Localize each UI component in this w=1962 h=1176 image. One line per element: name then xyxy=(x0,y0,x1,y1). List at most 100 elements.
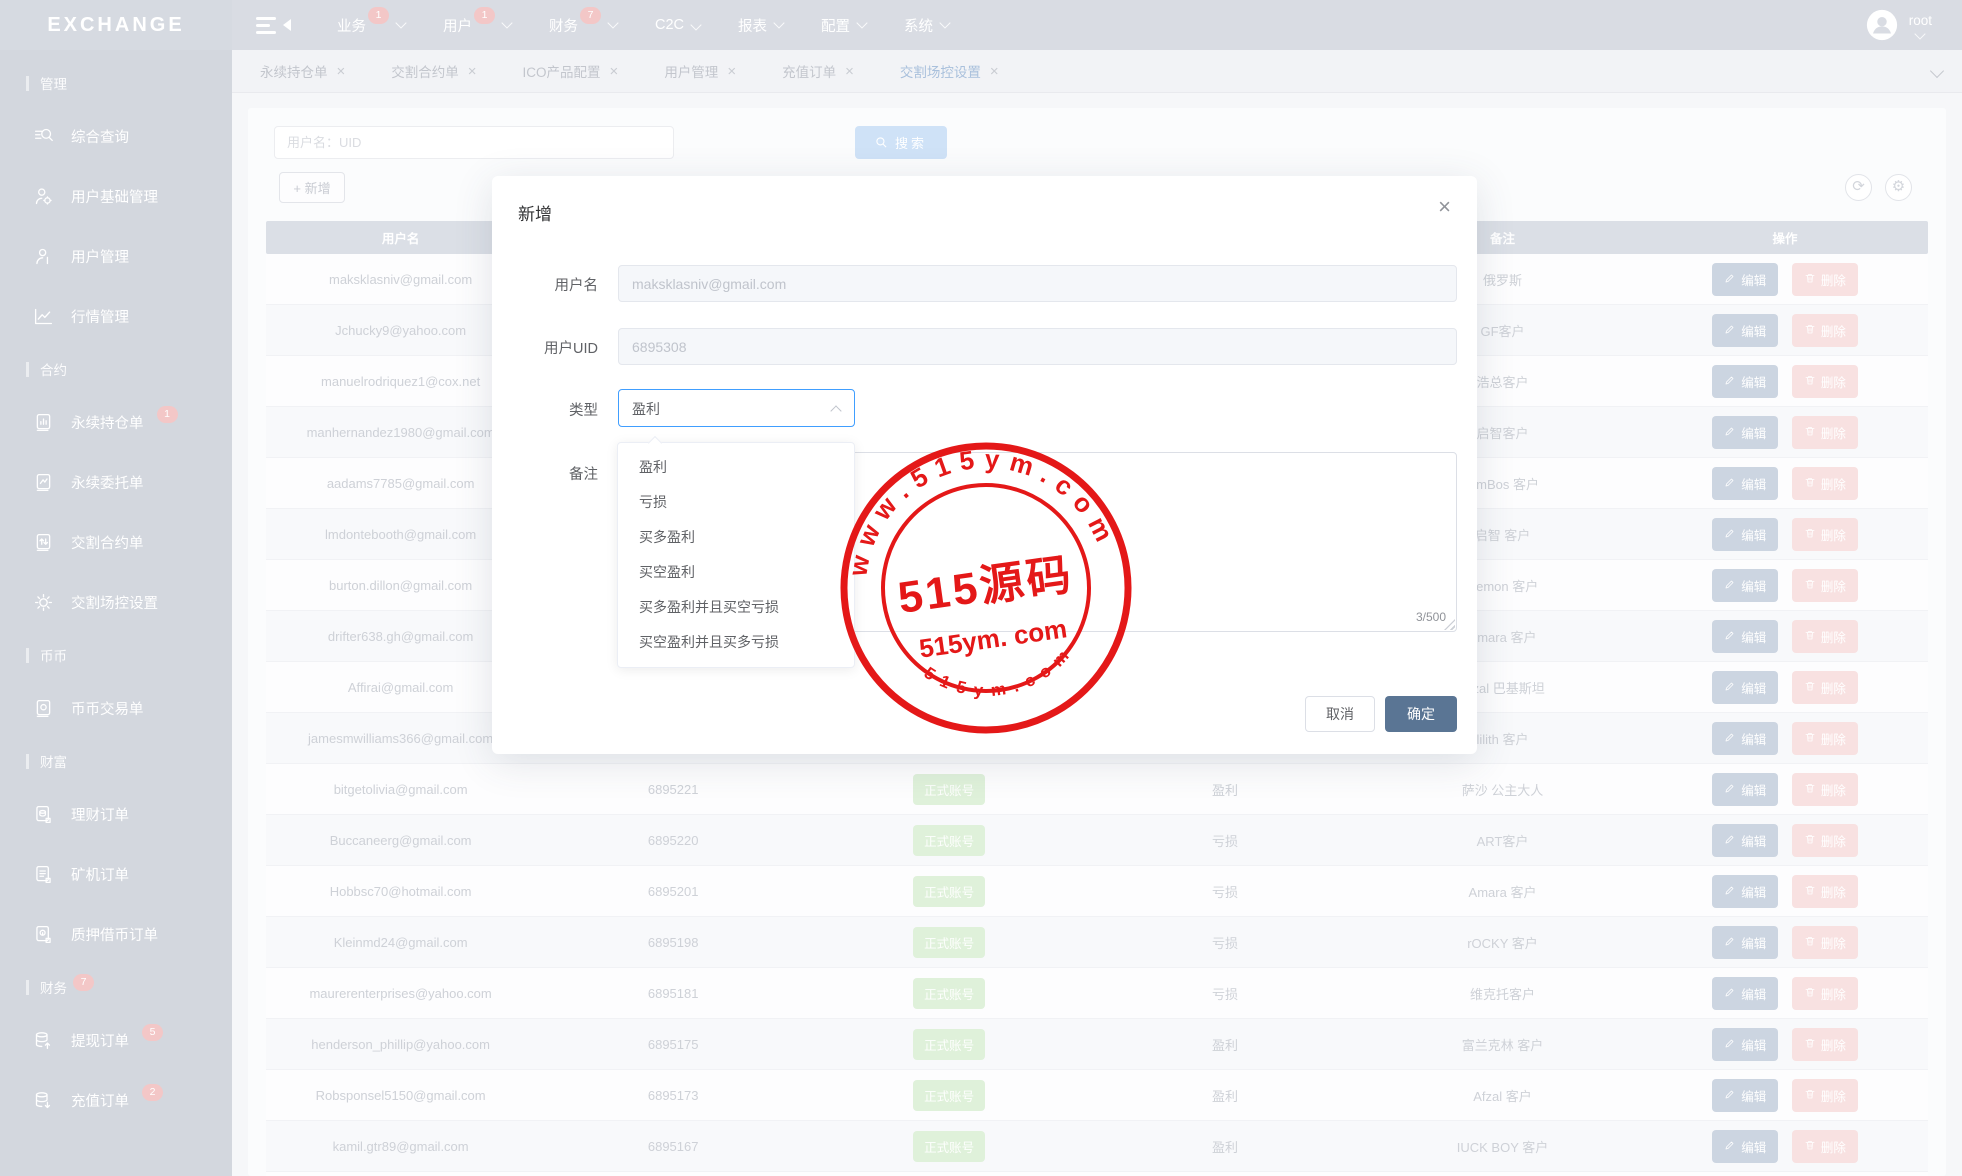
delete-button[interactable]: 删除 xyxy=(1792,620,1858,653)
close-icon[interactable]: × xyxy=(468,64,477,79)
type-option-0[interactable]: 盈利 xyxy=(618,450,854,485)
delete-button[interactable]: 删除 xyxy=(1792,773,1858,806)
type-option-4[interactable]: 买多盈利并且买空亏损 xyxy=(618,590,854,625)
cell-remark: 维克托客户 xyxy=(1363,984,1642,1003)
sidebar-item-3-0[interactable]: 理财订单 xyxy=(0,784,232,844)
delete-button[interactable]: 删除 xyxy=(1792,365,1858,398)
nav-item-4[interactable]: 报表 xyxy=(738,15,783,36)
edit-button[interactable]: 编辑 xyxy=(1712,467,1778,500)
sidebar-item-label: 交割场控设置 xyxy=(71,592,158,613)
edit-button[interactable]: 编辑 xyxy=(1712,518,1778,551)
edit-button[interactable]: 编辑 xyxy=(1712,620,1778,653)
sidebar-item-3-2[interactable]: 质押借币订单 xyxy=(0,904,232,964)
delete-button[interactable]: 删除 xyxy=(1792,263,1858,296)
edit-button[interactable]: 编辑 xyxy=(1712,569,1778,602)
edit-button[interactable]: 编辑 xyxy=(1712,314,1778,347)
nav-item-2[interactable]: 财务7 xyxy=(549,15,617,36)
close-icon[interactable]: × xyxy=(610,64,619,79)
type-option-2[interactable]: 买多盈利 xyxy=(618,520,854,555)
delete-button[interactable]: 删除 xyxy=(1792,314,1858,347)
delete-button[interactable]: 删除 xyxy=(1792,467,1858,500)
add-dialog: 新增 × 用户名 maksklasniv@gmail.com 用户UID 689… xyxy=(492,176,1477,754)
search-input[interactable] xyxy=(274,126,674,159)
user-menu[interactable]: root xyxy=(1865,0,1932,50)
count-badge: 7 xyxy=(73,974,94,991)
delete-button[interactable]: 删除 xyxy=(1792,569,1858,602)
close-icon[interactable]: × xyxy=(337,64,346,79)
edit-button[interactable]: 编辑 xyxy=(1712,977,1778,1010)
nav-item-0[interactable]: 业务1 xyxy=(337,15,405,36)
nav-item-label: 系统 xyxy=(904,15,933,36)
trash-icon xyxy=(1804,935,1816,950)
cancel-button[interactable]: 取消 xyxy=(1305,696,1375,732)
close-icon[interactable]: × xyxy=(1438,196,1451,218)
sidebar-item-label: 币币交易单 xyxy=(71,698,144,719)
sidebar-item-2-0[interactable]: 币币交易单 xyxy=(0,678,232,738)
sidebar-item-1-0[interactable]: 永续持仓单1 xyxy=(0,392,232,452)
confirm-button[interactable]: 确定 xyxy=(1385,696,1457,732)
nav-item-3[interactable]: C2C xyxy=(655,17,700,33)
delete-button[interactable]: 删除 xyxy=(1792,1079,1858,1112)
nav-item-5[interactable]: 配置 xyxy=(821,15,866,36)
username-field[interactable]: maksklasniv@gmail.com xyxy=(618,265,1457,302)
close-icon[interactable]: × xyxy=(727,64,736,79)
sidebar-item-0-2[interactable]: 用户管理 xyxy=(0,226,232,286)
tab-item-0[interactable]: 永续持仓单 × xyxy=(260,61,345,81)
delete-button[interactable]: 删除 xyxy=(1792,416,1858,449)
type-option-3[interactable]: 买空盈利 xyxy=(618,555,854,590)
edit-button[interactable]: 编辑 xyxy=(1712,1028,1778,1061)
refresh-icon[interactable]: ⟳ xyxy=(1845,174,1872,201)
edit-button[interactable]: 编辑 xyxy=(1712,824,1778,857)
edit-button[interactable]: 编辑 xyxy=(1712,875,1778,908)
edit-button[interactable]: 编辑 xyxy=(1712,671,1778,704)
edit-button[interactable]: 编辑 xyxy=(1712,722,1778,755)
sidebar-item-4-0[interactable]: 提现订单5 xyxy=(0,1010,232,1070)
tab-item-3[interactable]: 用户管理 × xyxy=(664,61,736,81)
delete-button[interactable]: 删除 xyxy=(1792,1028,1858,1061)
edit-button[interactable]: 编辑 xyxy=(1712,263,1778,296)
delete-button[interactable]: 删除 xyxy=(1792,875,1858,908)
nav-item-label: C2C xyxy=(655,17,684,33)
delete-button[interactable]: 删除 xyxy=(1792,926,1858,959)
sidebar-item-0-0[interactable]: 综合查询 xyxy=(0,106,232,166)
tab-list-chevron-icon[interactable] xyxy=(1930,64,1944,78)
type-select[interactable]: 盈利 xyxy=(618,389,855,427)
delete-button[interactable]: 删除 xyxy=(1792,518,1858,551)
edit-button[interactable]: 编辑 xyxy=(1712,773,1778,806)
uid-field[interactable]: 6895308 xyxy=(618,328,1457,365)
sidebar-item-1-2[interactable]: 交割合约单 xyxy=(0,512,232,572)
delete-button[interactable]: 删除 xyxy=(1792,1130,1858,1163)
tab-item-2[interactable]: ICO产品配置 × xyxy=(523,61,619,81)
tab-item-5[interactable]: 交割场控设置 × xyxy=(900,61,999,81)
search-button[interactable]: 搜索 xyxy=(855,126,947,159)
edit-button[interactable]: 编辑 xyxy=(1712,1130,1778,1163)
delete-button[interactable]: 删除 xyxy=(1792,722,1858,755)
sidebar-item-1-3[interactable]: 交割场控设置 xyxy=(0,572,232,632)
type-option-5[interactable]: 买空盈利并且买多亏损 xyxy=(618,625,854,660)
edit-button[interactable]: 编辑 xyxy=(1712,926,1778,959)
sidebar-item-4-1[interactable]: 充值订单2 xyxy=(0,1070,232,1130)
avatar xyxy=(1865,8,1899,42)
delete-button[interactable]: 删除 xyxy=(1792,671,1858,704)
cell-uid: 6895173 xyxy=(535,1088,811,1103)
nav-item-1[interactable]: 用户1 xyxy=(443,15,511,36)
sidebar-item-1-1[interactable]: 永续委托单 xyxy=(0,452,232,512)
tab-item-4[interactable]: 充值订单 × xyxy=(782,61,854,81)
sidebar-item-0-3[interactable]: 行情管理 xyxy=(0,286,232,346)
close-icon[interactable]: × xyxy=(990,64,999,79)
delete-button[interactable]: 删除 xyxy=(1792,824,1858,857)
edit-button[interactable]: 编辑 xyxy=(1712,1079,1778,1112)
edit-button[interactable]: 编辑 xyxy=(1712,365,1778,398)
tab-item-1[interactable]: 交割合约单 × xyxy=(391,61,476,81)
sidebar-item-3-1[interactable]: 矿机订单 xyxy=(0,844,232,904)
delete-button[interactable]: 删除 xyxy=(1792,977,1858,1010)
type-option-1[interactable]: 亏损 xyxy=(618,485,854,520)
sidebar-item-0-1[interactable]: 用户基础管理 xyxy=(0,166,232,226)
edit-button[interactable]: 编辑 xyxy=(1712,416,1778,449)
nav-item-6[interactable]: 系统 xyxy=(904,15,949,36)
add-button[interactable]: + 新增 xyxy=(279,172,345,203)
doc-lock-icon xyxy=(33,924,54,945)
settings-icon[interactable]: ⚙ xyxy=(1885,174,1912,201)
sidebar-collapse-button[interactable] xyxy=(256,17,291,34)
close-icon[interactable]: × xyxy=(845,64,854,79)
